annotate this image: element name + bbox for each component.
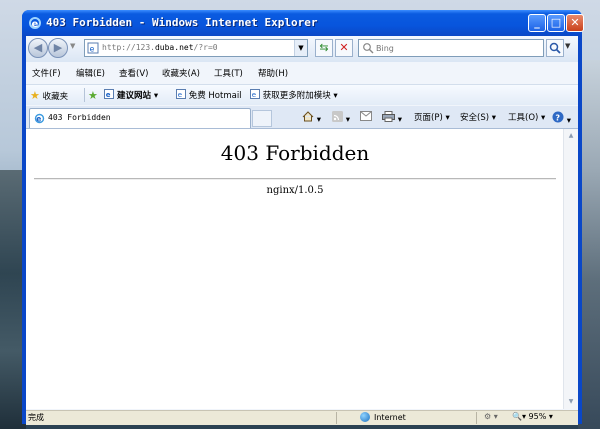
ie-page-icon: e [250,89,260,99]
title-bar[interactable]: e 403 Forbidden - Windows Internet Explo… [22,10,584,36]
hotmail-link[interactable]: e 免费 Hotmail [176,89,242,101]
magnifier-icon [549,42,561,54]
mail-icon [360,111,372,121]
scroll-up-icon[interactable]: ▲ [565,130,577,142]
add-star-icon: ★ [88,89,98,102]
safety-menu-button[interactable]: 安全(S) ▾ [460,111,496,123]
ie-logo-icon: e [29,17,41,30]
address-bar[interactable]: e http://123.duba.net/?r=0 ▼ [84,39,308,57]
home-icon [302,111,314,122]
browser-frame: ◀ ▶ ▼ e http://123.duba.net/?r=0 ▼ ⇆ ✕ B… [26,36,578,425]
stop-button[interactable]: ✕ [335,39,353,57]
svg-text:e: e [106,91,111,99]
home-button[interactable]: ▾ [302,111,321,125]
refresh-button[interactable]: ⇆ [315,39,333,57]
search-options-dropdown-icon[interactable]: ▼ [565,42,570,50]
favorites-separator [84,88,85,102]
svg-text:?: ? [555,113,560,122]
menu-tools[interactable]: 工具(T) [214,67,243,79]
security-zone[interactable]: Internet [360,412,406,422]
search-provider-icon [363,43,374,54]
zoom-level[interactable]: 🔍▾ 95% ▾ [512,412,553,421]
navigation-bar: ◀ ▶ ▼ e http://123.duba.net/?r=0 ▼ ⇆ ✕ B… [26,36,578,62]
svg-text:e: e [36,115,41,124]
menu-help[interactable]: 帮助(H) [258,67,288,79]
suggested-sites-link[interactable]: e 建议网站 ▾ [104,89,158,101]
menu-view[interactable]: 查看(V) [119,67,148,79]
svg-text:e: e [178,91,182,99]
menu-favorites[interactable]: 收藏夹(A) [162,67,200,79]
svg-text:e: e [252,91,256,99]
menu-bar: 文件(F) 编辑(E) 查看(V) 收藏夹(A) 工具(T) 帮助(H) [26,64,578,82]
favorites-button[interactable]: ★ 收藏夹 [30,89,68,102]
tab-bar: e 403 Forbidden ▾ ▾ ▾ 页面(P) ▾ 安全(S) ▾ 工具… [26,106,578,129]
svg-text:e: e [90,45,95,54]
tools-menu-button[interactable]: 工具(O) ▾ [508,111,545,123]
rss-icon [332,111,343,122]
search-box[interactable] [358,39,544,57]
search-input[interactable] [376,41,536,55]
scroll-down-icon[interactable]: ▼ [565,396,577,408]
page-content: 403 Forbidden nginx/1.0.5 ▲ ▼ [26,129,578,409]
maximize-button[interactable]: □ [547,14,565,32]
new-tab-button[interactable] [252,110,272,127]
zoom-icon: 🔍 [512,412,522,421]
read-mail-button[interactable] [360,111,372,124]
history-dropdown-icon[interactable]: ▼ [70,42,75,50]
menu-file[interactable]: 文件(F) [32,67,61,79]
favorites-bar: ★ 收藏夹 ★ e 建议网站 ▾ e 免费 Hotmail e 获取更多附加模块… [26,84,578,105]
horizontal-rule [34,178,556,180]
back-button[interactable]: ◀ [28,38,48,58]
status-text: 完成 [28,413,44,422]
search-button[interactable] [546,39,564,57]
status-divider [336,412,337,424]
tab-ie-icon: e [34,113,45,124]
page-icon: e [87,42,99,54]
add-favorite-button[interactable]: ★ [88,89,98,102]
browser-window: e 403 Forbidden - Windows Internet Explo… [22,10,584,425]
get-addons-link[interactable]: e 获取更多附加模块 ▾ [250,89,338,101]
page-heading: 403 Forbidden [220,141,370,165]
vertical-scrollbar[interactable]: ▲ ▼ [563,129,578,409]
status-bar: 完成 Internet ⚙ ▾ 🔍▾ 95% ▾ [26,410,578,425]
menu-edit[interactable]: 编辑(E) [76,67,105,79]
protected-mode-icon[interactable]: ⚙ ▾ [484,412,498,421]
address-text: http://123.duba.net/?r=0 [102,43,218,52]
print-button[interactable]: ▾ [382,111,402,125]
forward-button[interactable]: ▶ [48,38,68,58]
server-signature: nginx/1.0.5 [266,185,324,196]
close-button[interactable]: ✕ [566,14,584,32]
help-icon: ? [552,111,564,123]
address-dropdown-icon[interactable]: ▼ [294,40,307,56]
printer-icon [382,111,395,122]
status-divider [476,412,477,424]
ie-page-icon: e [176,89,186,99]
ie-page-icon: e [104,89,114,99]
help-button[interactable]: ? ▾ [552,111,571,126]
tab-label: 403 Forbidden [48,113,111,122]
internet-zone-icon [360,412,370,422]
minimize-button[interactable]: _ [528,14,546,32]
page-menu-button[interactable]: 页面(P) ▾ [414,111,450,123]
svg-text:e: e [32,19,39,30]
star-icon: ★ [30,89,40,102]
feeds-button[interactable]: ▾ [332,111,350,125]
window-title: 403 Forbidden - Windows Internet Explore… [46,16,318,29]
tab-active[interactable]: e 403 Forbidden [29,108,251,128]
